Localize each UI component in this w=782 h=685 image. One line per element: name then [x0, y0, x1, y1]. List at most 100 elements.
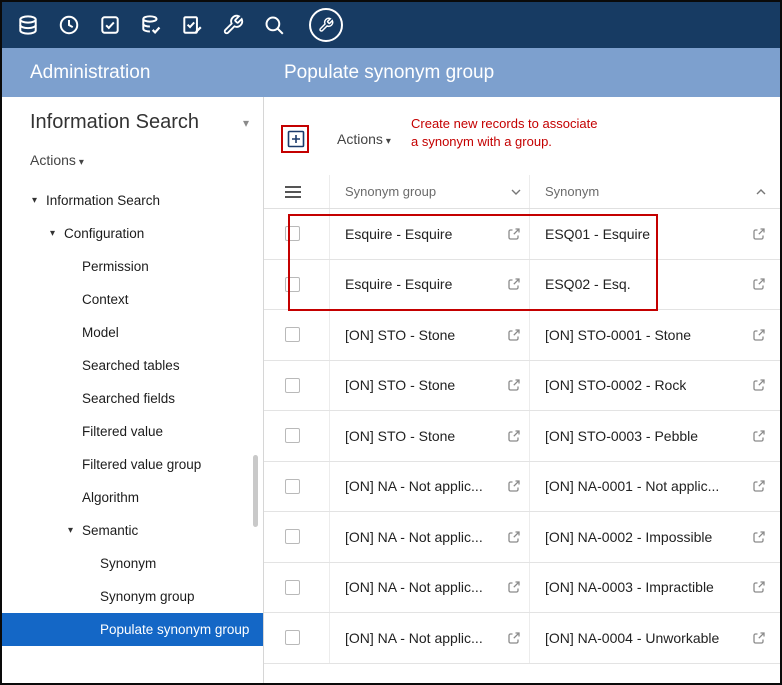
row-checkbox[interactable]	[285, 226, 300, 241]
form-check-icon[interactable]	[180, 13, 204, 37]
chevron-down-icon: ▾	[386, 136, 391, 147]
sidebar-scrollbar[interactable]	[253, 455, 258, 527]
table-row: [ON] NA - Not applic...[ON] NA-0002 - Im…	[264, 512, 780, 563]
checkbox-icon[interactable]	[98, 13, 122, 37]
open-record-icon[interactable]	[507, 227, 521, 241]
synonym-group-cell: Esquire - Esquire	[345, 226, 452, 242]
tree-item-information-search[interactable]: ▾Information Search	[2, 184, 263, 217]
open-record-icon[interactable]	[507, 429, 521, 443]
sort-desc-icon[interactable]	[511, 189, 521, 195]
tree-item-searched-tables[interactable]: Searched tables	[2, 349, 263, 382]
column-header-synonym-group[interactable]: Synonym group	[345, 184, 436, 199]
database-icon[interactable]	[16, 13, 40, 37]
synonym-cell: ESQ01 - Esquire	[545, 226, 650, 242]
open-record-icon[interactable]	[752, 479, 766, 493]
tree-item-synonym-group[interactable]: Synonym group	[2, 580, 263, 613]
sidebar-title-caret-icon[interactable]: ▾	[243, 116, 249, 130]
table-row: [ON] STO - Stone [ON] STO-0003 - Pebble	[264, 411, 780, 462]
tree-item-label: Searched fields	[82, 391, 175, 406]
tree-item-model[interactable]: Model	[2, 316, 263, 349]
sidebar-tree: ▾Information Search▾ConfigurationPermiss…	[2, 184, 263, 646]
synonym-group-cell: [ON] STO - Stone	[345, 428, 455, 444]
table-menu-icon[interactable]	[285, 183, 301, 201]
header-band: Administration Populate synonym group	[2, 48, 780, 97]
app-window: Administration Populate synonym group In…	[0, 0, 782, 685]
row-checkbox[interactable]	[285, 277, 300, 292]
row-checkbox[interactable]	[285, 479, 300, 494]
tree-item-searched-fields[interactable]: Searched fields	[2, 382, 263, 415]
sidebar-actions-label: Actions	[30, 152, 76, 168]
synonym-group-cell: [ON] NA - Not applic...	[345, 579, 483, 595]
synonym-group-cell: [ON] NA - Not applic...	[345, 478, 483, 494]
database-check-icon[interactable]	[139, 13, 163, 37]
open-record-icon[interactable]	[752, 580, 766, 594]
tree-item-label: Configuration	[64, 226, 144, 241]
synonym-cell: [ON] STO-0003 - Pebble	[545, 428, 698, 444]
table-header-row: Synonym group Synonym	[264, 175, 780, 209]
synonym-group-cell: [ON] NA - Not applic...	[345, 630, 483, 646]
row-checkbox[interactable]	[285, 327, 300, 342]
tree-item-label: Model	[82, 325, 119, 340]
expand-caret-icon[interactable]: ▾	[50, 228, 64, 239]
wrench-icon[interactable]	[221, 13, 245, 37]
table-row: Esquire - Esquire ESQ01 - Esquire	[264, 209, 780, 260]
row-checkbox[interactable]	[285, 630, 300, 645]
synonym-cell: [ON] NA-0001 - Not applic...	[545, 478, 719, 494]
main-actions-label: Actions	[337, 131, 383, 147]
tree-item-label: Populate synonym group	[100, 622, 249, 637]
open-record-icon[interactable]	[752, 429, 766, 443]
open-record-icon[interactable]	[752, 227, 766, 241]
table-row: [ON] NA - Not applic...[ON] NA-0003 - Im…	[264, 563, 780, 614]
synonym-cell: [ON] NA-0004 - Unworkable	[545, 630, 719, 646]
open-record-icon[interactable]	[752, 277, 766, 291]
open-record-icon[interactable]	[507, 328, 521, 342]
open-record-icon[interactable]	[752, 631, 766, 645]
open-record-icon[interactable]	[752, 378, 766, 392]
tree-item-populate-synonym-group[interactable]: Populate synonym group	[2, 613, 263, 646]
tree-item-label: Algorithm	[82, 490, 139, 505]
synonym-cell: [ON] STO-0001 - Stone	[545, 327, 691, 343]
open-record-icon[interactable]	[507, 530, 521, 544]
synonym-cell: [ON] NA-0002 - Impossible	[545, 529, 712, 545]
row-checkbox[interactable]	[285, 428, 300, 443]
chevron-down-icon: ▾	[79, 157, 84, 168]
open-record-icon[interactable]	[507, 631, 521, 645]
sidebar-actions-dropdown[interactable]: Actions▾	[30, 152, 263, 168]
annotation-box-add-button	[281, 125, 309, 153]
tree-item-synonym[interactable]: Synonym	[2, 547, 263, 580]
clock-icon[interactable]	[57, 13, 81, 37]
row-checkbox[interactable]	[285, 529, 300, 544]
main-actions-dropdown[interactable]: Actions▾	[337, 131, 391, 147]
tree-item-filtered-value-group[interactable]: Filtered value group	[2, 448, 263, 481]
row-checkbox[interactable]	[285, 378, 300, 393]
open-record-icon[interactable]	[507, 378, 521, 392]
tree-item-permission[interactable]: Permission	[2, 250, 263, 283]
column-header-synonym[interactable]: Synonym	[545, 184, 599, 199]
tree-item-configuration[interactable]: ▾Configuration	[2, 217, 263, 250]
tree-item-context[interactable]: Context	[2, 283, 263, 316]
active-wrench-icon[interactable]	[309, 8, 343, 42]
open-record-icon[interactable]	[752, 328, 766, 342]
synonym-group-cell: [ON] STO - Stone	[345, 377, 455, 393]
table-row: [ON] STO - Stone[ON] STO-0001 - Stone	[264, 310, 780, 361]
sort-asc-icon[interactable]	[756, 189, 766, 195]
synonym-cell: [ON] STO-0002 - Rock	[545, 377, 686, 393]
expand-caret-icon[interactable]: ▾	[68, 525, 82, 536]
annotation-text: Create new records to associate a synony…	[411, 115, 607, 151]
top-toolbar	[2, 2, 780, 48]
tree-item-algorithm[interactable]: Algorithm	[2, 481, 263, 514]
page-title-left: Administration	[2, 62, 264, 84]
tree-item-filtered-value[interactable]: Filtered value	[2, 415, 263, 448]
synonym-group-cell: Esquire - Esquire	[345, 276, 452, 292]
table-row: [ON] NA - Not applic... [ON] NA-0004 - Un…	[264, 613, 780, 664]
tree-item-label: Information Search	[46, 193, 160, 208]
expand-caret-icon[interactable]: ▾	[32, 195, 46, 206]
open-record-icon[interactable]	[507, 580, 521, 594]
row-checkbox[interactable]	[285, 580, 300, 595]
open-record-icon[interactable]	[507, 479, 521, 493]
open-record-icon[interactable]	[752, 530, 766, 544]
search-icon[interactable]	[262, 13, 286, 37]
tree-item-semantic[interactable]: ▾Semantic	[2, 514, 263, 547]
tree-item-label: Context	[82, 292, 129, 307]
open-record-icon[interactable]	[507, 277, 521, 291]
